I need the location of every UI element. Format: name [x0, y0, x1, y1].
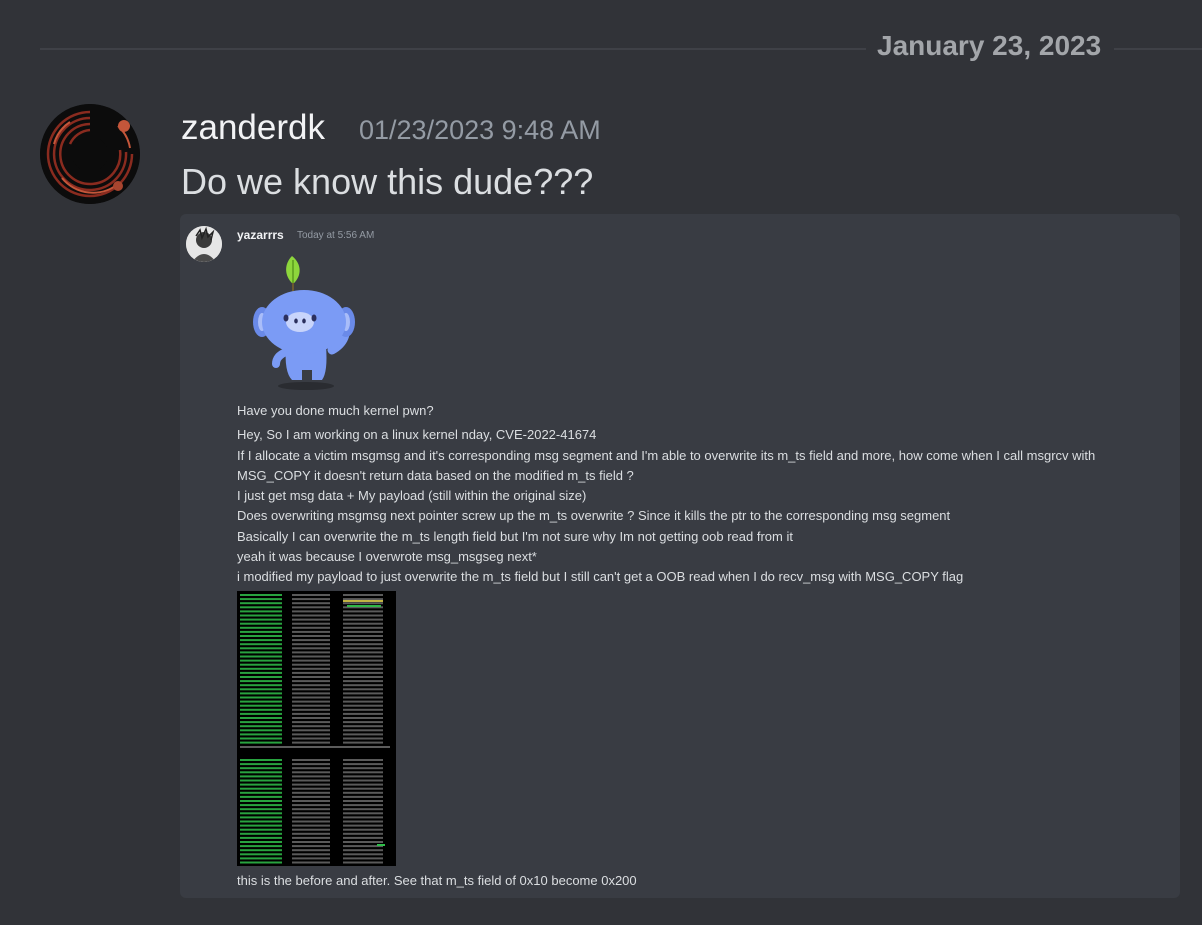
- message-text: Do we know this dude???: [181, 161, 594, 202]
- message-timestamp: 01/23/2023 9:48 AM: [359, 115, 601, 145]
- embedded-author-avatar: [186, 226, 222, 262]
- embedded-author-username: yazarrrs: [237, 228, 284, 242]
- wumpus-sticker-icon: [246, 250, 362, 392]
- date-divider-line: [1114, 48, 1202, 50]
- author-avatar[interactable]: [40, 104, 140, 204]
- embedded-timestamp: Today at 5:56 AM: [297, 230, 375, 241]
- embedded-message-line: I just get msg data + My payload (still …: [237, 488, 587, 504]
- author-username[interactable]: zanderdk: [181, 108, 325, 148]
- embedded-message-line: Have you done much kernel pwn?: [237, 403, 434, 418]
- chat-view: January 23, 2023 zanderdk 01/23/2023 9:4…: [0, 0, 1202, 925]
- embedded-screenshot[interactable]: yazarrrs Today at 5:56 AM Have you done …: [180, 214, 1180, 898]
- embedded-caption: this is the before and after. See that m…: [237, 873, 637, 888]
- embedded-message-lines: Have you done much kernel pwn? Hey, So I…: [237, 401, 1177, 588]
- embedded-message-line: If I allocate a victim msgmsg and it's c…: [237, 447, 1096, 463]
- date-divider-label: January 23, 2023: [877, 30, 1102, 61]
- date-divider-line: [40, 48, 866, 50]
- embedded-message-line: Does overwriting msgmsg next pointer scr…: [237, 508, 951, 524]
- embedded-message-line: yeah it was because I overwrote msg_msgs…: [237, 549, 537, 565]
- embedded-message-line: i modified my payload to just overwrite …: [237, 569, 964, 585]
- terminal-memory-dump-image[interactable]: [237, 591, 396, 866]
- embedded-message-line: MSG_COPY it doesn't return data based on…: [237, 467, 634, 483]
- embedded-message-line: Hey, So I am working on a linux kernel n…: [237, 427, 597, 443]
- embedded-message-line: Basically I can overwrite the m_ts lengt…: [237, 528, 793, 544]
